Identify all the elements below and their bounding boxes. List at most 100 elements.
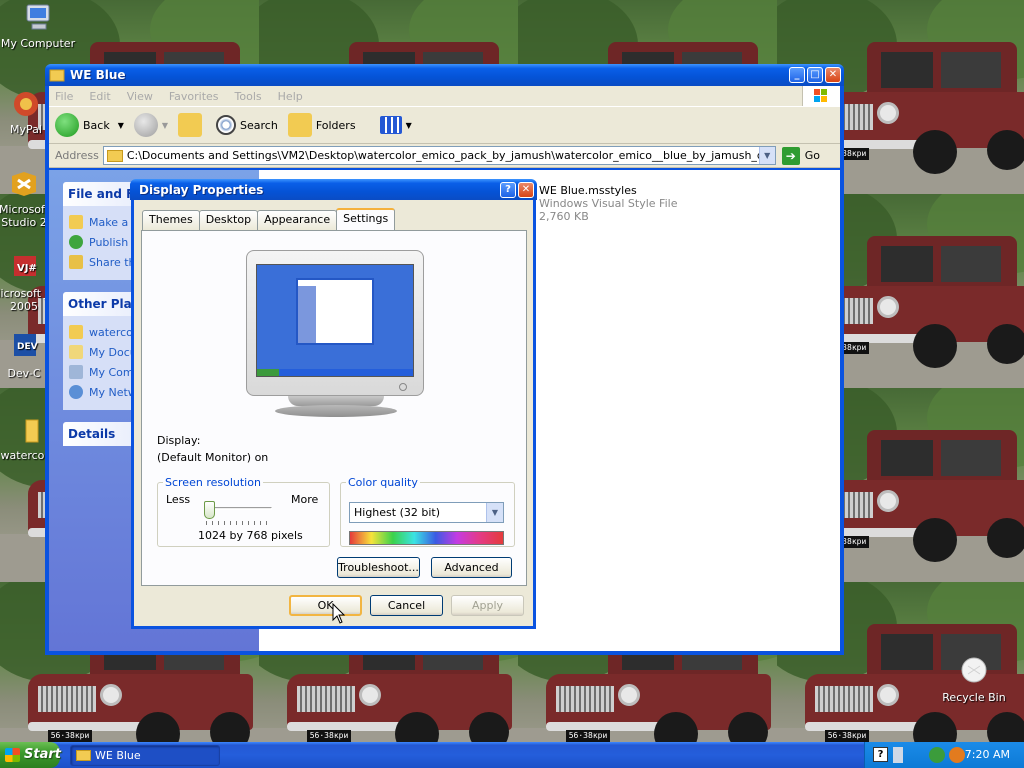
folder-icon xyxy=(76,750,91,761)
svg-text:DEV: DEV xyxy=(17,342,38,352)
search-label: Search xyxy=(240,118,278,132)
color-quality-group: Color quality Highest (32 bit) ▼ xyxy=(340,476,515,547)
network-icon xyxy=(69,385,83,399)
folder-icon xyxy=(25,419,39,443)
forward-arrow-icon xyxy=(133,113,158,137)
help-button[interactable]: ? xyxy=(500,181,516,198)
chevron-down-icon[interactable]: ▼ xyxy=(486,503,503,522)
views-button[interactable]: ▼ xyxy=(379,116,412,134)
computer-icon xyxy=(26,4,50,30)
monitor-preview xyxy=(246,250,424,396)
chevron-down-icon[interactable]: ▼ xyxy=(118,121,124,130)
menu-bar: File Edit View Favorites Tools Help xyxy=(49,86,840,106)
more-label: More xyxy=(291,493,319,506)
network-icon[interactable] xyxy=(929,747,945,763)
jsharp-icon: VJ# xyxy=(14,256,37,276)
menu-edit[interactable]: Edit xyxy=(89,90,110,103)
color-spectrum-bar xyxy=(349,531,504,545)
chevron-down-icon[interactable]: ▼ xyxy=(406,121,412,130)
display-value: (Default Monitor) on xyxy=(157,451,269,464)
tab-desktop[interactable]: Desktop xyxy=(198,210,259,230)
folders-icon xyxy=(287,113,312,137)
menu-tools[interactable]: Tools xyxy=(235,90,262,103)
desktop-icon-label: watercol xyxy=(0,449,48,462)
views-icon xyxy=(379,116,402,134)
display-properties-dialog: Display Properties ? ✕ Themes Desktop Ap… xyxy=(130,179,537,629)
taskbar-item-we-blue[interactable]: WE Blue xyxy=(70,745,220,766)
security-icon[interactable] xyxy=(949,747,965,763)
troubleshoot-button[interactable]: Troubleshoot... xyxy=(337,557,420,578)
screen-resolution-group: Screen resolution Less More 1024 by 768 … xyxy=(157,476,330,547)
menu-file[interactable]: File xyxy=(55,90,73,103)
tab-appearance[interactable]: Appearance xyxy=(257,210,338,230)
resolution-slider-track[interactable] xyxy=(206,507,272,510)
dialog-titlebar[interactable]: Display Properties ? ✕ xyxy=(130,179,537,200)
place-link-label: My Docu xyxy=(89,345,137,359)
up-button[interactable] xyxy=(178,113,206,137)
maximize-button[interactable]: □ xyxy=(807,67,823,83)
desktop-icon-recycle-bin[interactable]: Recycle Bin xyxy=(936,656,1012,704)
computer-icon xyxy=(69,365,83,379)
ok-button[interactable]: OK xyxy=(289,595,362,616)
monitor-power-icon xyxy=(399,383,407,391)
tab-strip: Themes Desktop Appearance Settings xyxy=(142,208,396,230)
color-quality-label: Color quality xyxy=(348,476,418,489)
file-size: 2,760 KB xyxy=(539,210,589,223)
file-name: WE Blue.msstyles xyxy=(539,184,637,197)
dialog-body: Themes Desktop Appearance Settings Displ… xyxy=(134,200,533,626)
close-button[interactable]: ✕ xyxy=(825,67,841,83)
start-label: Start xyxy=(24,747,61,762)
desktop-icon-label: MyPal xyxy=(10,123,42,136)
color-quality-select[interactable]: Highest (32 bit) ▼ xyxy=(349,502,504,523)
go-button[interactable]: ➔ Go xyxy=(781,146,820,165)
settings-tab-page: Display: (Default Monitor) on Screen res… xyxy=(141,230,527,586)
recycle-bin-icon xyxy=(961,657,987,683)
less-label: Less xyxy=(166,493,191,506)
desktop-icon-label: Dev-C xyxy=(7,367,41,380)
address-bar: Address C:\Documents and Settings\VM2\De… xyxy=(49,144,840,168)
explorer-titlebar[interactable]: WE Blue _ □ ✕ xyxy=(45,64,844,86)
desktop-icon-my-computer[interactable]: My Computer xyxy=(0,2,76,50)
tab-themes[interactable]: Themes xyxy=(142,210,200,230)
color-quality-value: Highest (32 bit) xyxy=(354,506,441,519)
search-button[interactable]: Search xyxy=(216,115,278,135)
advanced-button[interactable]: Advanced xyxy=(431,557,512,578)
back-arrow-icon xyxy=(55,113,79,137)
search-icon xyxy=(216,115,237,135)
tab-settings[interactable]: Settings xyxy=(336,208,396,230)
volume-icon[interactable] xyxy=(893,747,903,763)
desktop-icon-label: My Computer xyxy=(0,37,76,50)
address-input[interactable]: C:\Documents and Settings\VM2\Desktop\wa… xyxy=(102,146,776,165)
dialog-close-button[interactable]: ✕ xyxy=(518,181,534,198)
visual-studio-icon xyxy=(12,172,36,196)
folder-icon xyxy=(106,149,123,162)
cancel-button[interactable]: Cancel xyxy=(370,595,443,616)
documents-icon xyxy=(69,345,83,359)
folders-label: Folders xyxy=(315,118,356,132)
menu-favorites[interactable]: Favorites xyxy=(169,90,219,103)
standard-toolbar: Back ▼ ▼ Search Folders ▼ xyxy=(49,106,840,144)
tray-help-icon[interactable]: ? xyxy=(873,747,888,762)
back-button[interactable]: Back ▼ xyxy=(55,113,124,137)
monitor-base xyxy=(275,405,397,417)
forward-button[interactable]: ▼ xyxy=(133,113,168,137)
folder-icon xyxy=(69,325,83,339)
mouse-cursor-icon xyxy=(332,603,346,624)
folders-button[interactable]: Folders xyxy=(287,113,356,137)
monitor-screen xyxy=(256,264,414,377)
file-item[interactable]: WE Blue.msstyles Windows Visual Style Fi… xyxy=(539,184,677,223)
svg-text:VJ#: VJ# xyxy=(17,263,37,274)
windows-flag-icon xyxy=(5,748,20,762)
folder-icon xyxy=(49,69,65,82)
menu-help[interactable]: Help xyxy=(278,90,303,103)
chevron-down-icon[interactable]: ▼ xyxy=(758,147,775,164)
file-type: Windows Visual Style File xyxy=(539,197,678,210)
chevron-down-icon[interactable]: ▼ xyxy=(162,121,168,130)
start-button[interactable]: Start xyxy=(0,742,61,768)
resolution-slider-thumb[interactable] xyxy=(204,501,215,519)
menu-view[interactable]: View xyxy=(127,90,153,103)
go-label: Go xyxy=(804,149,820,162)
minimize-button[interactable]: _ xyxy=(789,67,805,83)
slider-ticks xyxy=(206,521,272,525)
apply-button[interactable]: Apply xyxy=(451,595,524,616)
